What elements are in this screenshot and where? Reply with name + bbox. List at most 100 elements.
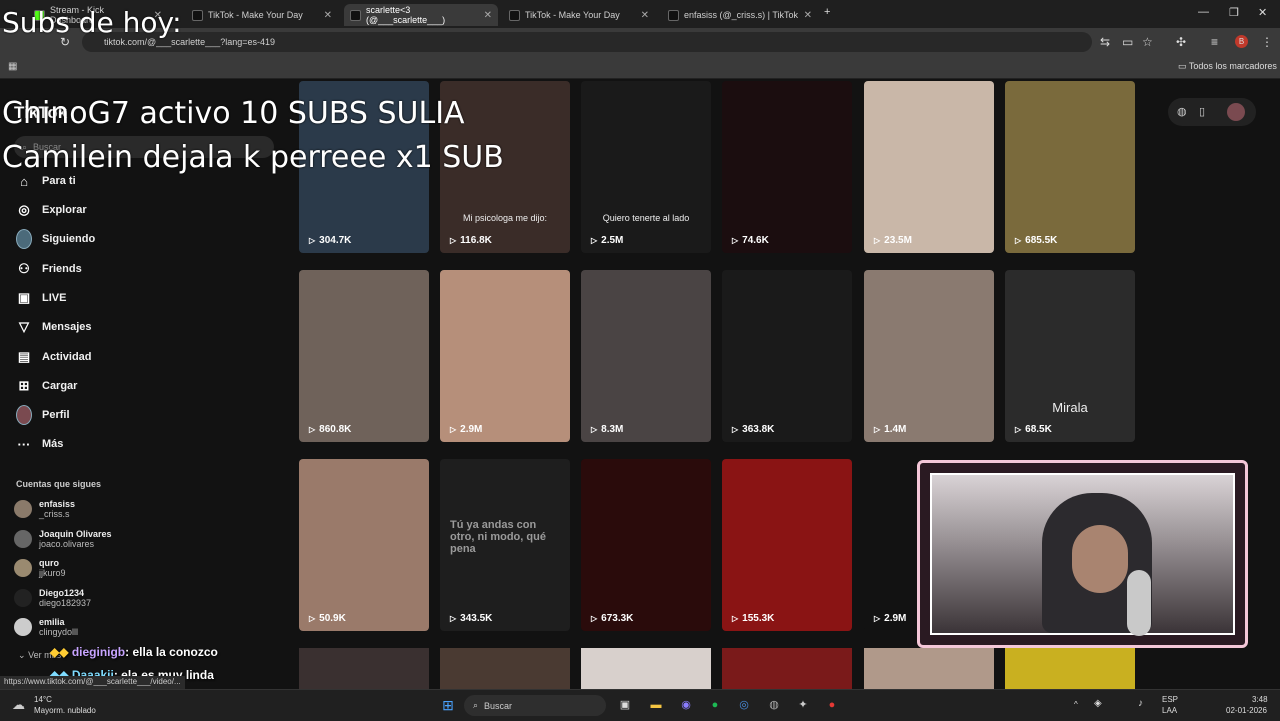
reading-list-icon[interactable]: ≡ [1211, 35, 1218, 49]
device-icon[interactable]: ▯ [1199, 105, 1205, 118]
menu-kebab-icon[interactable]: ⋮ [1261, 35, 1273, 49]
video-thumbnail[interactable]: ▷ 50.9K [299, 459, 429, 631]
video-thumbnail-partial[interactable] [1005, 648, 1135, 689]
view-count: ▷ 8.3M [591, 424, 623, 435]
taskbar-search[interactable]: ⌕ Buscar [464, 695, 606, 716]
mic-icon[interactable]: ♪ [1138, 699, 1143, 709]
avatar [14, 530, 32, 548]
spotify-icon[interactable]: ● [707, 697, 723, 713]
nav-cargar[interactable]: ⊞ Cargar [16, 375, 78, 397]
new-tab-icon[interactable]: + [824, 6, 830, 18]
profile-avatar[interactable]: B [1235, 35, 1248, 48]
tab-enfasiss[interactable]: enfasiss (@_criss.s) | TikTok ✕ [662, 4, 818, 26]
video-thumbnail[interactable]: ▷ 155.3K [722, 459, 852, 631]
nav-mas[interactable]: ··· Más [16, 433, 64, 455]
video-thumbnail[interactable]: ▷ 363.8K [722, 270, 852, 442]
clock-time[interactable]: 3:48 [1252, 695, 1268, 705]
file-explorer-icon[interactable]: ▬ [648, 697, 664, 713]
following-item[interactable]: Joaquin Olivares joaco.olivares [14, 529, 112, 549]
video-thumbnail[interactable]: ▷ 673.3K [581, 459, 711, 631]
view-count: ▷ 50.9K [309, 613, 346, 624]
weather-desc[interactable]: Mayorm. nublado [34, 706, 96, 716]
view-count: ▷ 304.7K [309, 235, 351, 246]
video-thumbnail[interactable]: ▷ 860.8K [299, 270, 429, 442]
video-thumbnail-partial[interactable] [722, 648, 852, 689]
task-view-icon[interactable]: ▣ [617, 697, 633, 713]
play-icon: ▷ [450, 236, 457, 245]
close-icon[interactable]: ✕ [641, 10, 649, 21]
view-count-value: 23.5M [884, 235, 912, 246]
view-count-value: 685.5K [1025, 235, 1058, 246]
view-count: ▷ 2.9M [874, 613, 906, 624]
page-actions: ◍ ▯ [1168, 98, 1256, 126]
bookmark-star-icon[interactable]: ☆ [1142, 35, 1153, 49]
following-item[interactable]: emilia clingydolll [14, 617, 78, 637]
chrome-icon[interactable]: ◎ [736, 697, 752, 713]
minimize-icon[interactable]: — [1198, 6, 1209, 18]
nav-friends[interactable]: ⚇ Friends [16, 258, 82, 280]
weather-temp[interactable]: 14°C [34, 695, 52, 705]
video-thumbnail-partial[interactable] [581, 648, 711, 689]
view-count-value: 2.5M [601, 235, 624, 246]
play-icon: ▷ [591, 614, 598, 623]
nav-siguiendo[interactable]: Siguiendo [16, 228, 95, 250]
window-close-icon[interactable]: ✕ [1258, 6, 1267, 19]
nav-explorar[interactable]: ◎ Explorar [16, 199, 86, 221]
clock-date[interactable]: 02-01-2026 [1226, 706, 1267, 716]
cast-icon[interactable]: ▭ [1122, 35, 1133, 49]
video-thumbnail[interactable]: ▷ 2.9M [440, 270, 570, 442]
user-avatar[interactable] [1227, 103, 1245, 121]
coin-icon[interactable]: ◍ [1177, 105, 1187, 118]
nav-live[interactable]: ▣ LIVE [16, 287, 67, 309]
close-icon[interactable]: ✕ [804, 10, 812, 21]
video-thumbnail[interactable]: Mirala ▷ 68.5K [1005, 270, 1135, 442]
tray-chevron-icon[interactable]: ^ [1074, 700, 1078, 710]
view-count: ▷ 673.3K [591, 613, 633, 624]
translate-icon[interactable]: ⇆ [1100, 35, 1110, 49]
following-item[interactable]: quro jjkuro9 [14, 558, 66, 578]
lang-top[interactable]: ESP [1162, 695, 1178, 705]
view-count-value: 2.9M [460, 424, 483, 435]
view-count-value: 2.9M [884, 613, 907, 624]
view-count: ▷ 68.5K [1015, 424, 1052, 435]
bookmarks-folder[interactable]: ▭ Todos los marcadores [1178, 61, 1277, 72]
tab-tiktok-1[interactable]: TikTok - Make Your Day ✕ [186, 4, 338, 26]
video-thumbnail[interactable]: ▷ 74.6K [722, 81, 852, 253]
app-red-icon[interactable]: ● [824, 697, 840, 713]
webcam-feed [930, 473, 1235, 636]
close-icon[interactable]: ✕ [484, 10, 492, 21]
video-thumbnail[interactable]: ▷ 685.5K [1005, 81, 1135, 253]
tab-tiktok-2[interactable]: TikTok - Make Your Day ✕ [503, 4, 655, 26]
tab-scarlette[interactable]: scarlette<3 (@___scarlette___) ✕ [344, 4, 498, 26]
video-thumbnail[interactable]: ▷ 23.5M [864, 81, 994, 253]
nav-mensajes[interactable]: ▽ Mensajes [16, 316, 92, 338]
extensions-icon[interactable]: ✣ [1176, 35, 1186, 49]
network-icon[interactable]: ◈ [1094, 699, 1102, 709]
video-thumbnail[interactable]: Quiero tenerte al lado ▷ 2.5M [581, 81, 711, 253]
windows-start-icon[interactable]: ⊞ [440, 697, 456, 713]
video-thumbnail[interactable]: ▷ 2.9M [864, 459, 914, 631]
video-thumbnail-partial[interactable] [864, 648, 994, 689]
video-thumbnail[interactable]: ▷ 8.3M [581, 270, 711, 442]
restore-icon[interactable]: ❐ [1229, 6, 1239, 19]
following-item[interactable]: Diego1234 diego182937 [14, 588, 91, 608]
nav-actividad[interactable]: ▤ Actividad [16, 346, 92, 368]
lang-bottom[interactable]: LAA [1162, 706, 1177, 716]
following-item[interactable]: enfasiss _criss.s [14, 499, 75, 519]
close-icon[interactable]: ✕ [324, 10, 332, 21]
app-icon[interactable]: ✦ [795, 697, 811, 713]
video-thumbnail[interactable]: ▷ 1.4M [864, 270, 994, 442]
video-thumbnail-partial[interactable] [299, 648, 429, 689]
video-thumbnail[interactable]: Tú ya andas con otro, ni modo, qué pena ▷… [440, 459, 570, 631]
discord-icon[interactable]: ◉ [678, 697, 694, 713]
following-heading: Cuentas que sigues [16, 479, 102, 489]
apps-grid-icon[interactable]: ▦ [8, 61, 17, 72]
tiktok-icon [192, 9, 203, 21]
video-thumbnail-partial[interactable] [440, 648, 570, 689]
play-icon: ▷ [732, 614, 739, 623]
obs-icon[interactable]: ◍ [766, 697, 782, 713]
video-caption: Tú ya andas con otro, ni modo, qué pena [450, 519, 546, 555]
chevron-down-icon: ⌄ [18, 650, 26, 660]
live-icon: ▣ [17, 290, 31, 305]
nav-perfil[interactable]: Perfil [16, 404, 70, 426]
